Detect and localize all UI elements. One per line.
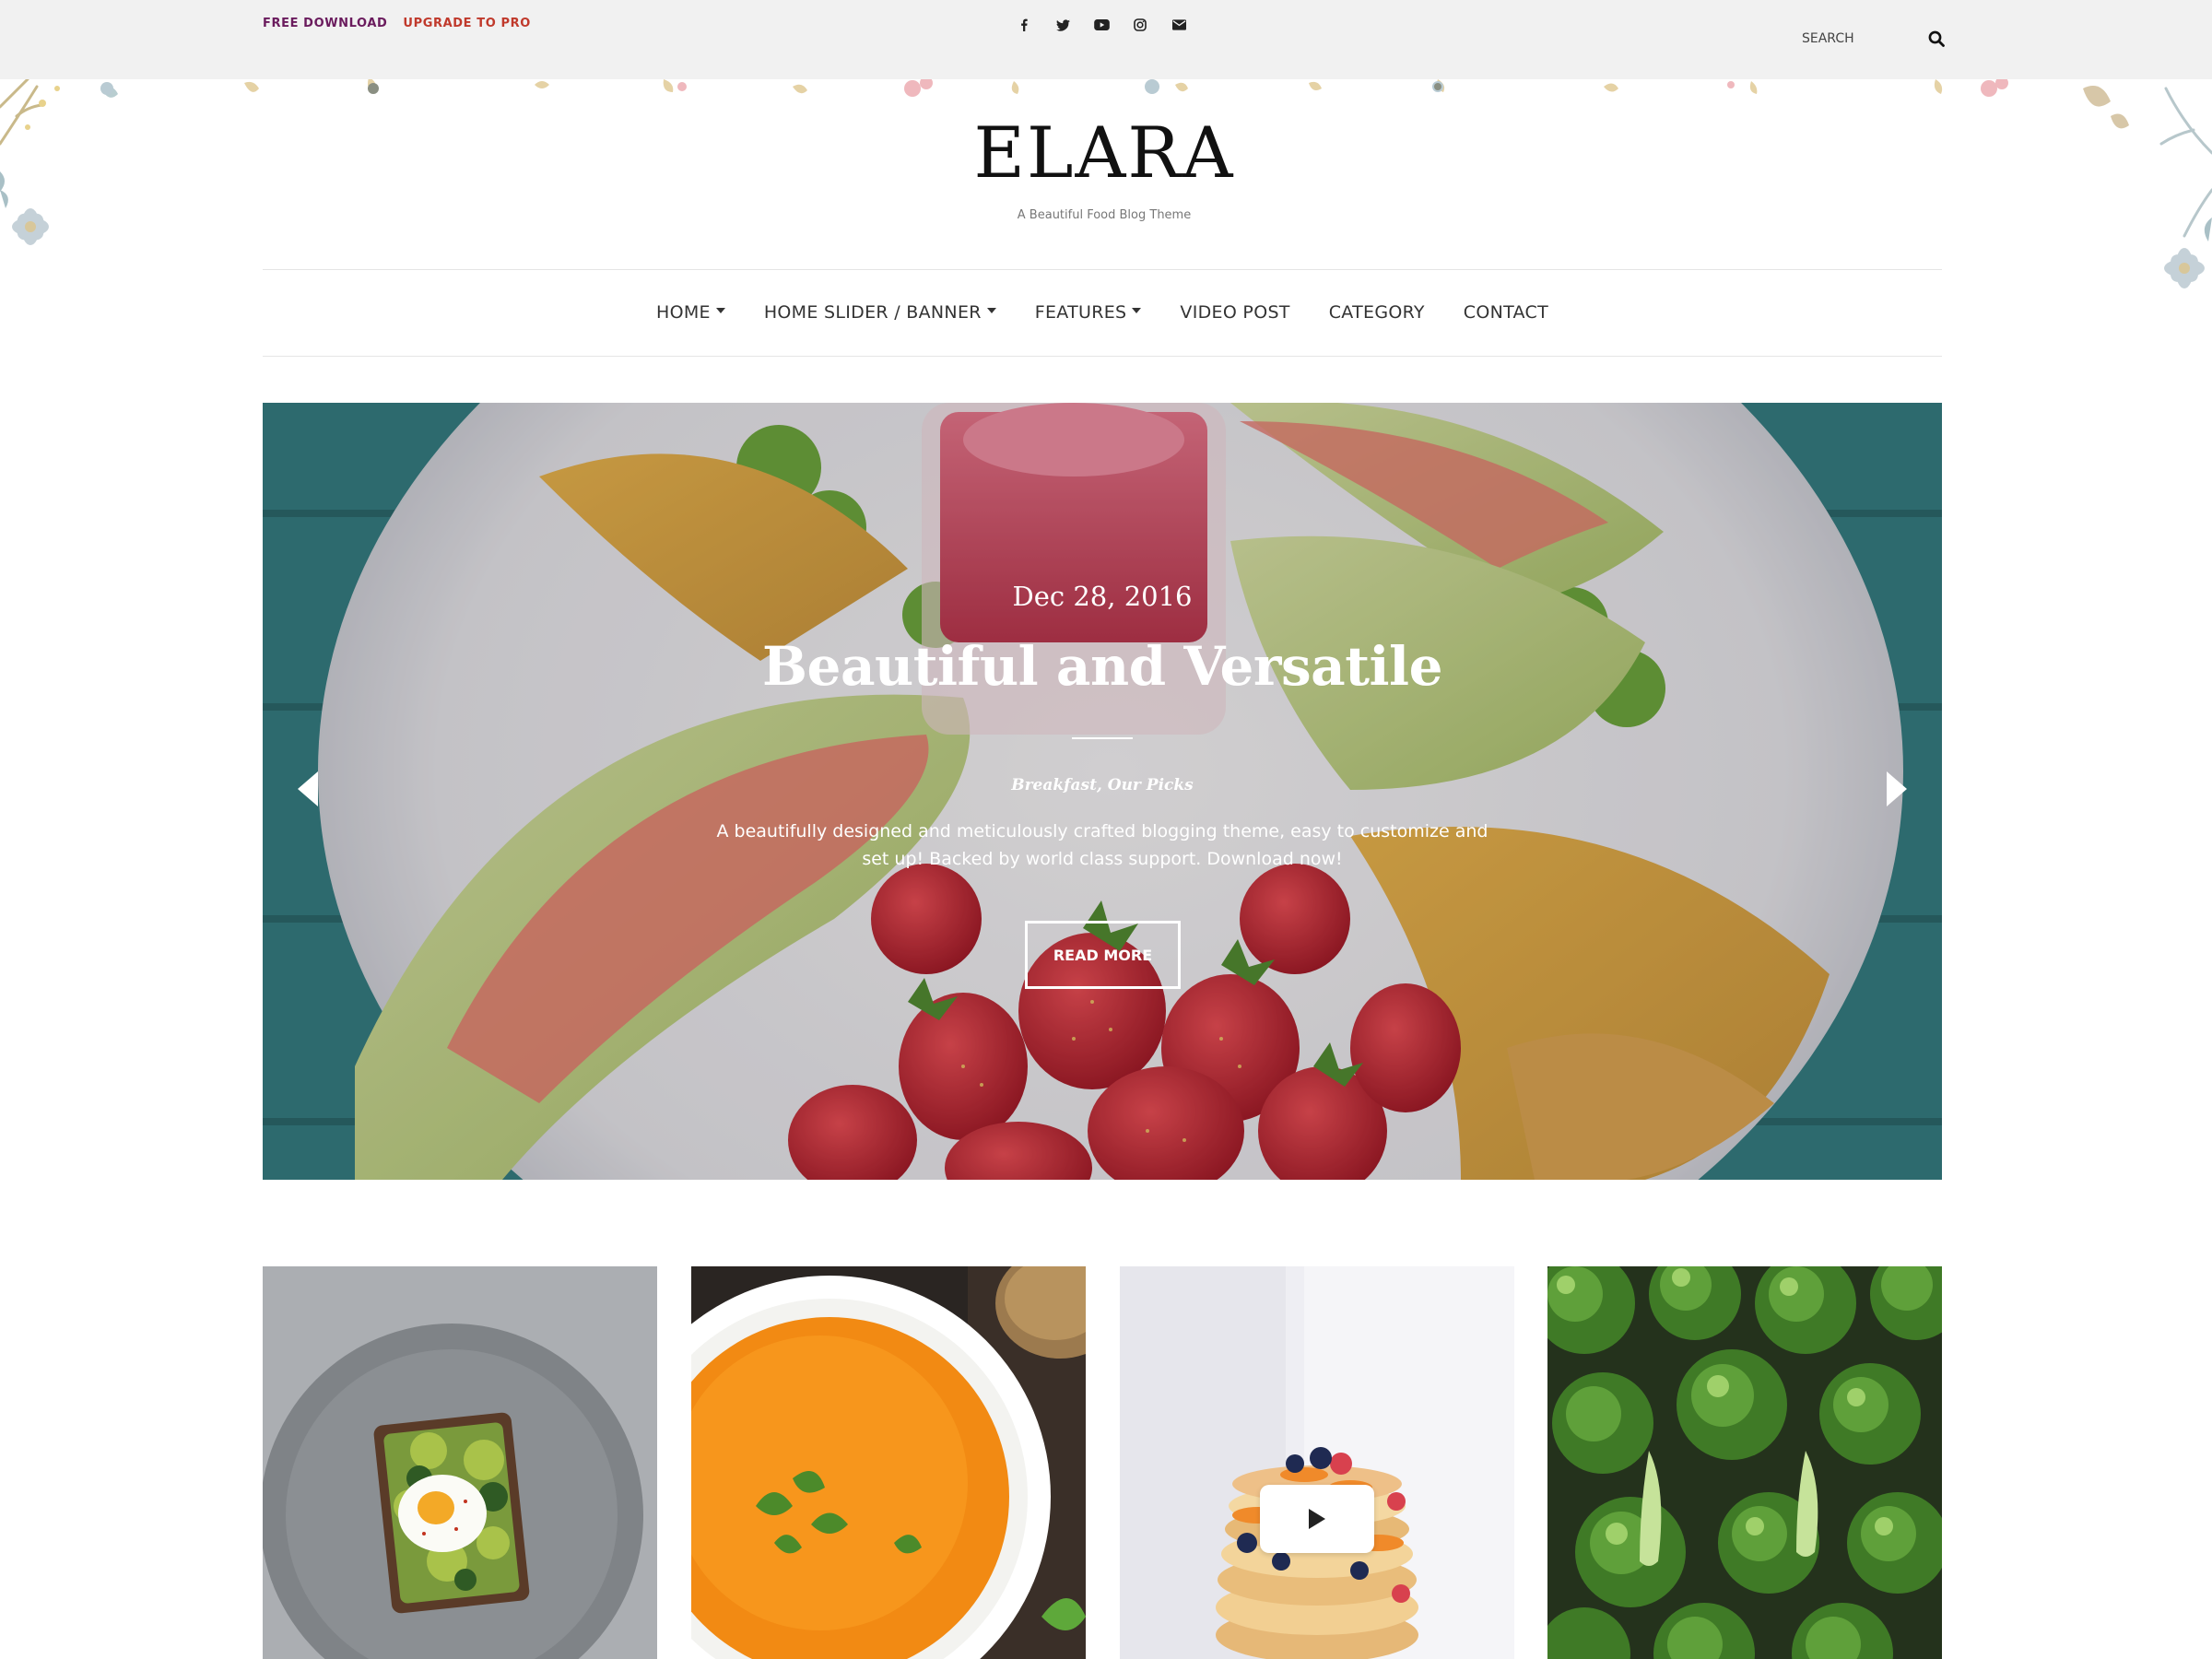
nav-item-features[interactable]: FEATURES	[1035, 302, 1142, 323]
nav-item-label: CONTACT	[1463, 302, 1548, 323]
hero-divider	[1072, 737, 1133, 739]
post-card-avocado-toast[interactable]	[263, 1266, 657, 1659]
email-icon[interactable]	[1169, 15, 1189, 35]
hero-date: Dec 28, 2016	[1012, 581, 1193, 612]
chevron-down-icon	[715, 308, 725, 313]
top-links: FREE DOWNLOAD UPGRADE TO PRO	[263, 17, 531, 30]
instagram-icon[interactable]	[1130, 15, 1150, 35]
search-box	[1802, 26, 1945, 52]
post-image	[1120, 1266, 1514, 1659]
slider-next-arrow-icon[interactable]	[1887, 771, 1907, 806]
nav-item-home[interactable]: HOME	[656, 302, 725, 323]
nav-item-label: FEATURES	[1034, 302, 1127, 323]
play-icon	[1309, 1509, 1325, 1529]
nav-item-label: CATEGORY	[1328, 302, 1425, 323]
free-download-link[interactable]: FREE DOWNLOAD	[263, 17, 387, 30]
nav-item-label: HOME	[656, 302, 711, 323]
nav-item-category[interactable]: CATEGORY	[1329, 302, 1425, 323]
nav-item-home-slider-banner[interactable]: HOME SLIDER / BANNER	[764, 302, 996, 323]
top-bar: FREE DOWNLOAD UPGRADE TO PRO	[0, 0, 2212, 79]
video-play-button[interactable]	[1260, 1485, 1374, 1553]
hero-slider: Dec 28, 2016 Beautiful and Versatile Bre…	[263, 403, 1942, 1180]
post-card-carrot-soup[interactable]	[691, 1266, 1086, 1659]
nav-bottom-divider	[263, 356, 1942, 357]
hero-categories[interactable]: Breakfast, Our Picks	[263, 776, 1942, 794]
post-card-broccoli[interactable]	[1547, 1266, 1942, 1659]
post-grid	[263, 1266, 1942, 1659]
nav-item-label: VIDEO POST	[1180, 302, 1290, 323]
search-input[interactable]	[1802, 31, 1903, 46]
post-image	[263, 1266, 657, 1659]
social-links	[1014, 15, 1189, 35]
main-navigation: HOME HOME SLIDER / BANNER FEATURES VIDEO…	[263, 269, 1942, 356]
chevron-down-icon	[1132, 308, 1142, 313]
youtube-icon[interactable]	[1091, 15, 1112, 35]
slider-prev-arrow-icon[interactable]	[298, 771, 318, 806]
nav-item-label: HOME SLIDER / BANNER	[763, 302, 982, 323]
upgrade-to-pro-link[interactable]: UPGRADE TO PRO	[403, 17, 530, 30]
site-title[interactable]: ELARA	[0, 118, 2208, 188]
post-card-pancakes-video[interactable]	[1120, 1266, 1514, 1659]
facebook-icon[interactable]	[1014, 15, 1034, 35]
chevron-down-icon	[986, 308, 996, 313]
twitter-icon[interactable]	[1053, 15, 1073, 35]
read-more-button[interactable]: READ MORE	[1025, 921, 1181, 989]
post-image	[1547, 1266, 1942, 1659]
search-icon[interactable]	[1928, 30, 1945, 47]
nav-item-video-post[interactable]: VIDEO POST	[1180, 302, 1289, 323]
site-tagline: A Beautiful Food Blog Theme	[1017, 208, 1192, 222]
nav-item-contact[interactable]: CONTACT	[1464, 302, 1548, 323]
hero-excerpt: A beautifully designed and meticulously …	[716, 821, 1488, 869]
hero-title[interactable]: Beautiful and Versatile	[263, 635, 1942, 698]
post-image	[691, 1266, 1086, 1659]
